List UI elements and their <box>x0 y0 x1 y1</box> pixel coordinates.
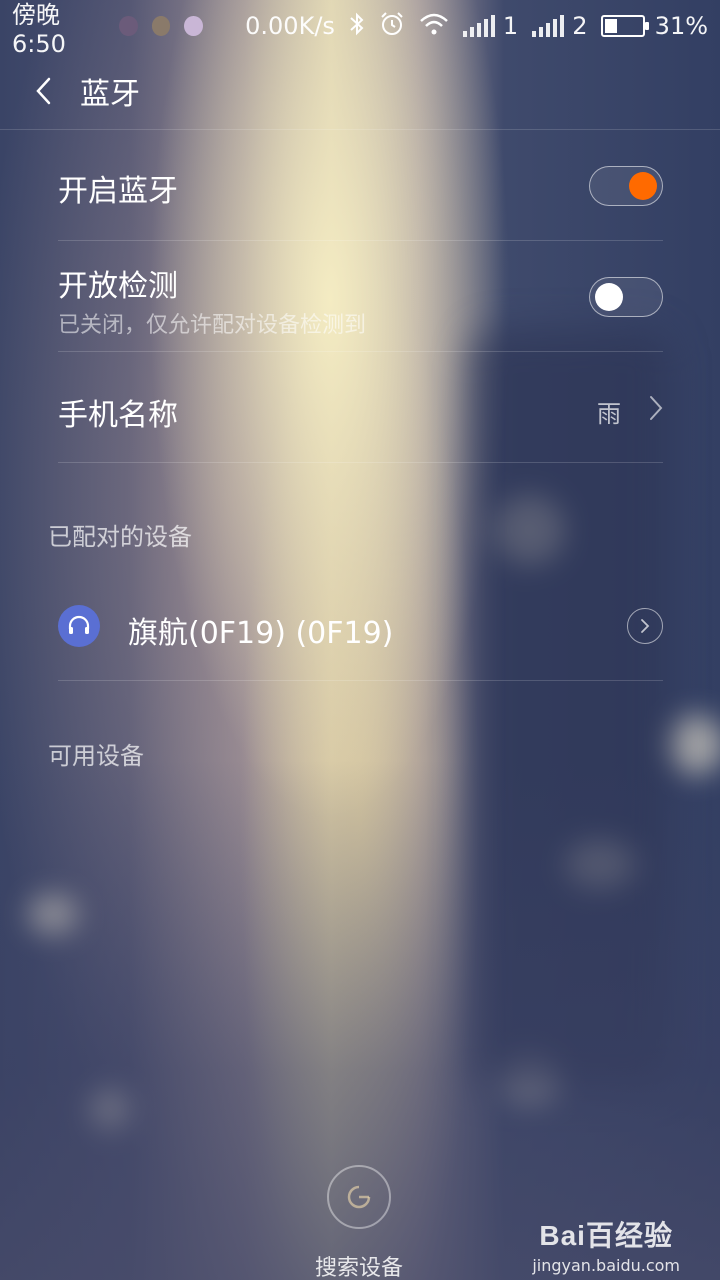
battery-fill <box>605 19 618 33</box>
battery-icon <box>601 15 649 37</box>
network-speed: 0.00K/s <box>245 12 335 40</box>
paired-device-name: 旗航(0F19) (0F19) <box>128 616 394 651</box>
alarm-icon <box>379 11 405 41</box>
phone-name-row[interactable]: 手机名称 雨 <box>58 352 663 463</box>
watermark-brand: Bai百经验 <box>539 1220 673 1251</box>
discoverable-switch[interactable] <box>589 277 663 317</box>
bluetooth-toggle-row[interactable]: 开启蓝牙 <box>58 130 663 241</box>
page-title: 蓝牙 <box>80 76 140 112</box>
notification-icon-3 <box>184 16 204 36</box>
switch-knob <box>595 283 623 311</box>
wifi-icon <box>419 12 449 40</box>
bluetooth-switch[interactable] <box>589 166 663 206</box>
signal-icon-sim1 <box>462 15 495 37</box>
baidu-watermark: Bai百经验 jingyan.baidu.com <box>532 1214 680 1275</box>
bluetooth-label: 开启蓝牙 <box>58 174 178 209</box>
status-time: 傍晚6:50 <box>12 0 66 58</box>
page-header: 蓝牙 <box>0 52 720 130</box>
signal-icon-sim2 <box>532 15 565 37</box>
device-details-button[interactable] <box>627 608 663 644</box>
sim2-label: 2 <box>572 12 588 40</box>
discoverable-subtitle: 已关闭，仅允许配对设备检测到 <box>58 313 367 338</box>
paired-device-row[interactable]: 旗航(0F19) (0F19) <box>58 572 663 681</box>
chevron-right-icon <box>641 619 650 633</box>
paired-section-title: 已配对的设备 <box>48 523 192 551</box>
notification-icon-2 <box>151 16 171 36</box>
chevron-left-icon <box>36 77 51 104</box>
switch-knob <box>629 172 657 200</box>
phone-name-label: 手机名称 <box>58 398 178 433</box>
chevron-right-icon <box>650 396 663 420</box>
search-devices-button[interactable] <box>327 1165 391 1229</box>
discoverable-label: 开放检测 <box>58 269 178 304</box>
headset-icon <box>58 605 100 647</box>
phone-name-value: 雨 <box>597 400 621 428</box>
refresh-icon <box>347 1185 371 1209</box>
watermark-url: jingyan.baidu.com <box>532 1256 680 1275</box>
back-button[interactable] <box>0 52 78 130</box>
discoverable-row[interactable]: 开放检测 已关闭，仅允许配对设备检测到 <box>58 241 663 352</box>
available-section-title: 可用设备 <box>48 742 144 770</box>
bluetooth-icon <box>349 12 365 40</box>
status-bar: 傍晚6:50 0.00K/s 1 2 31% <box>0 0 720 58</box>
sim1-label: 1 <box>502 12 519 40</box>
notification-icon-1 <box>119 16 138 36</box>
battery-percent: 31% <box>654 12 709 40</box>
